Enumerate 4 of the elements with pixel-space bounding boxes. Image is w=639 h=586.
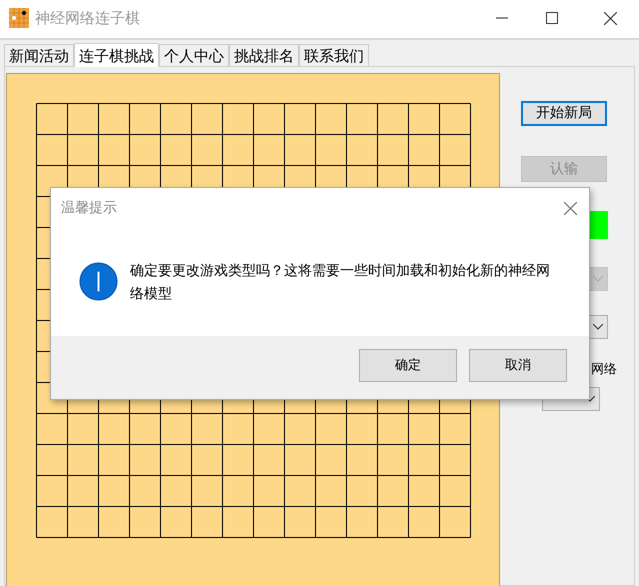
dialog-title: 温馨提示 (61, 198, 117, 218)
network-label: 网络 (591, 361, 617, 379)
window-title: 神经网络连子棋 (35, 8, 140, 29)
dialog-message: 确定要更改游戏类型吗？这将需要一些时间加载和初始化新的神经网络模型 (130, 262, 551, 304)
